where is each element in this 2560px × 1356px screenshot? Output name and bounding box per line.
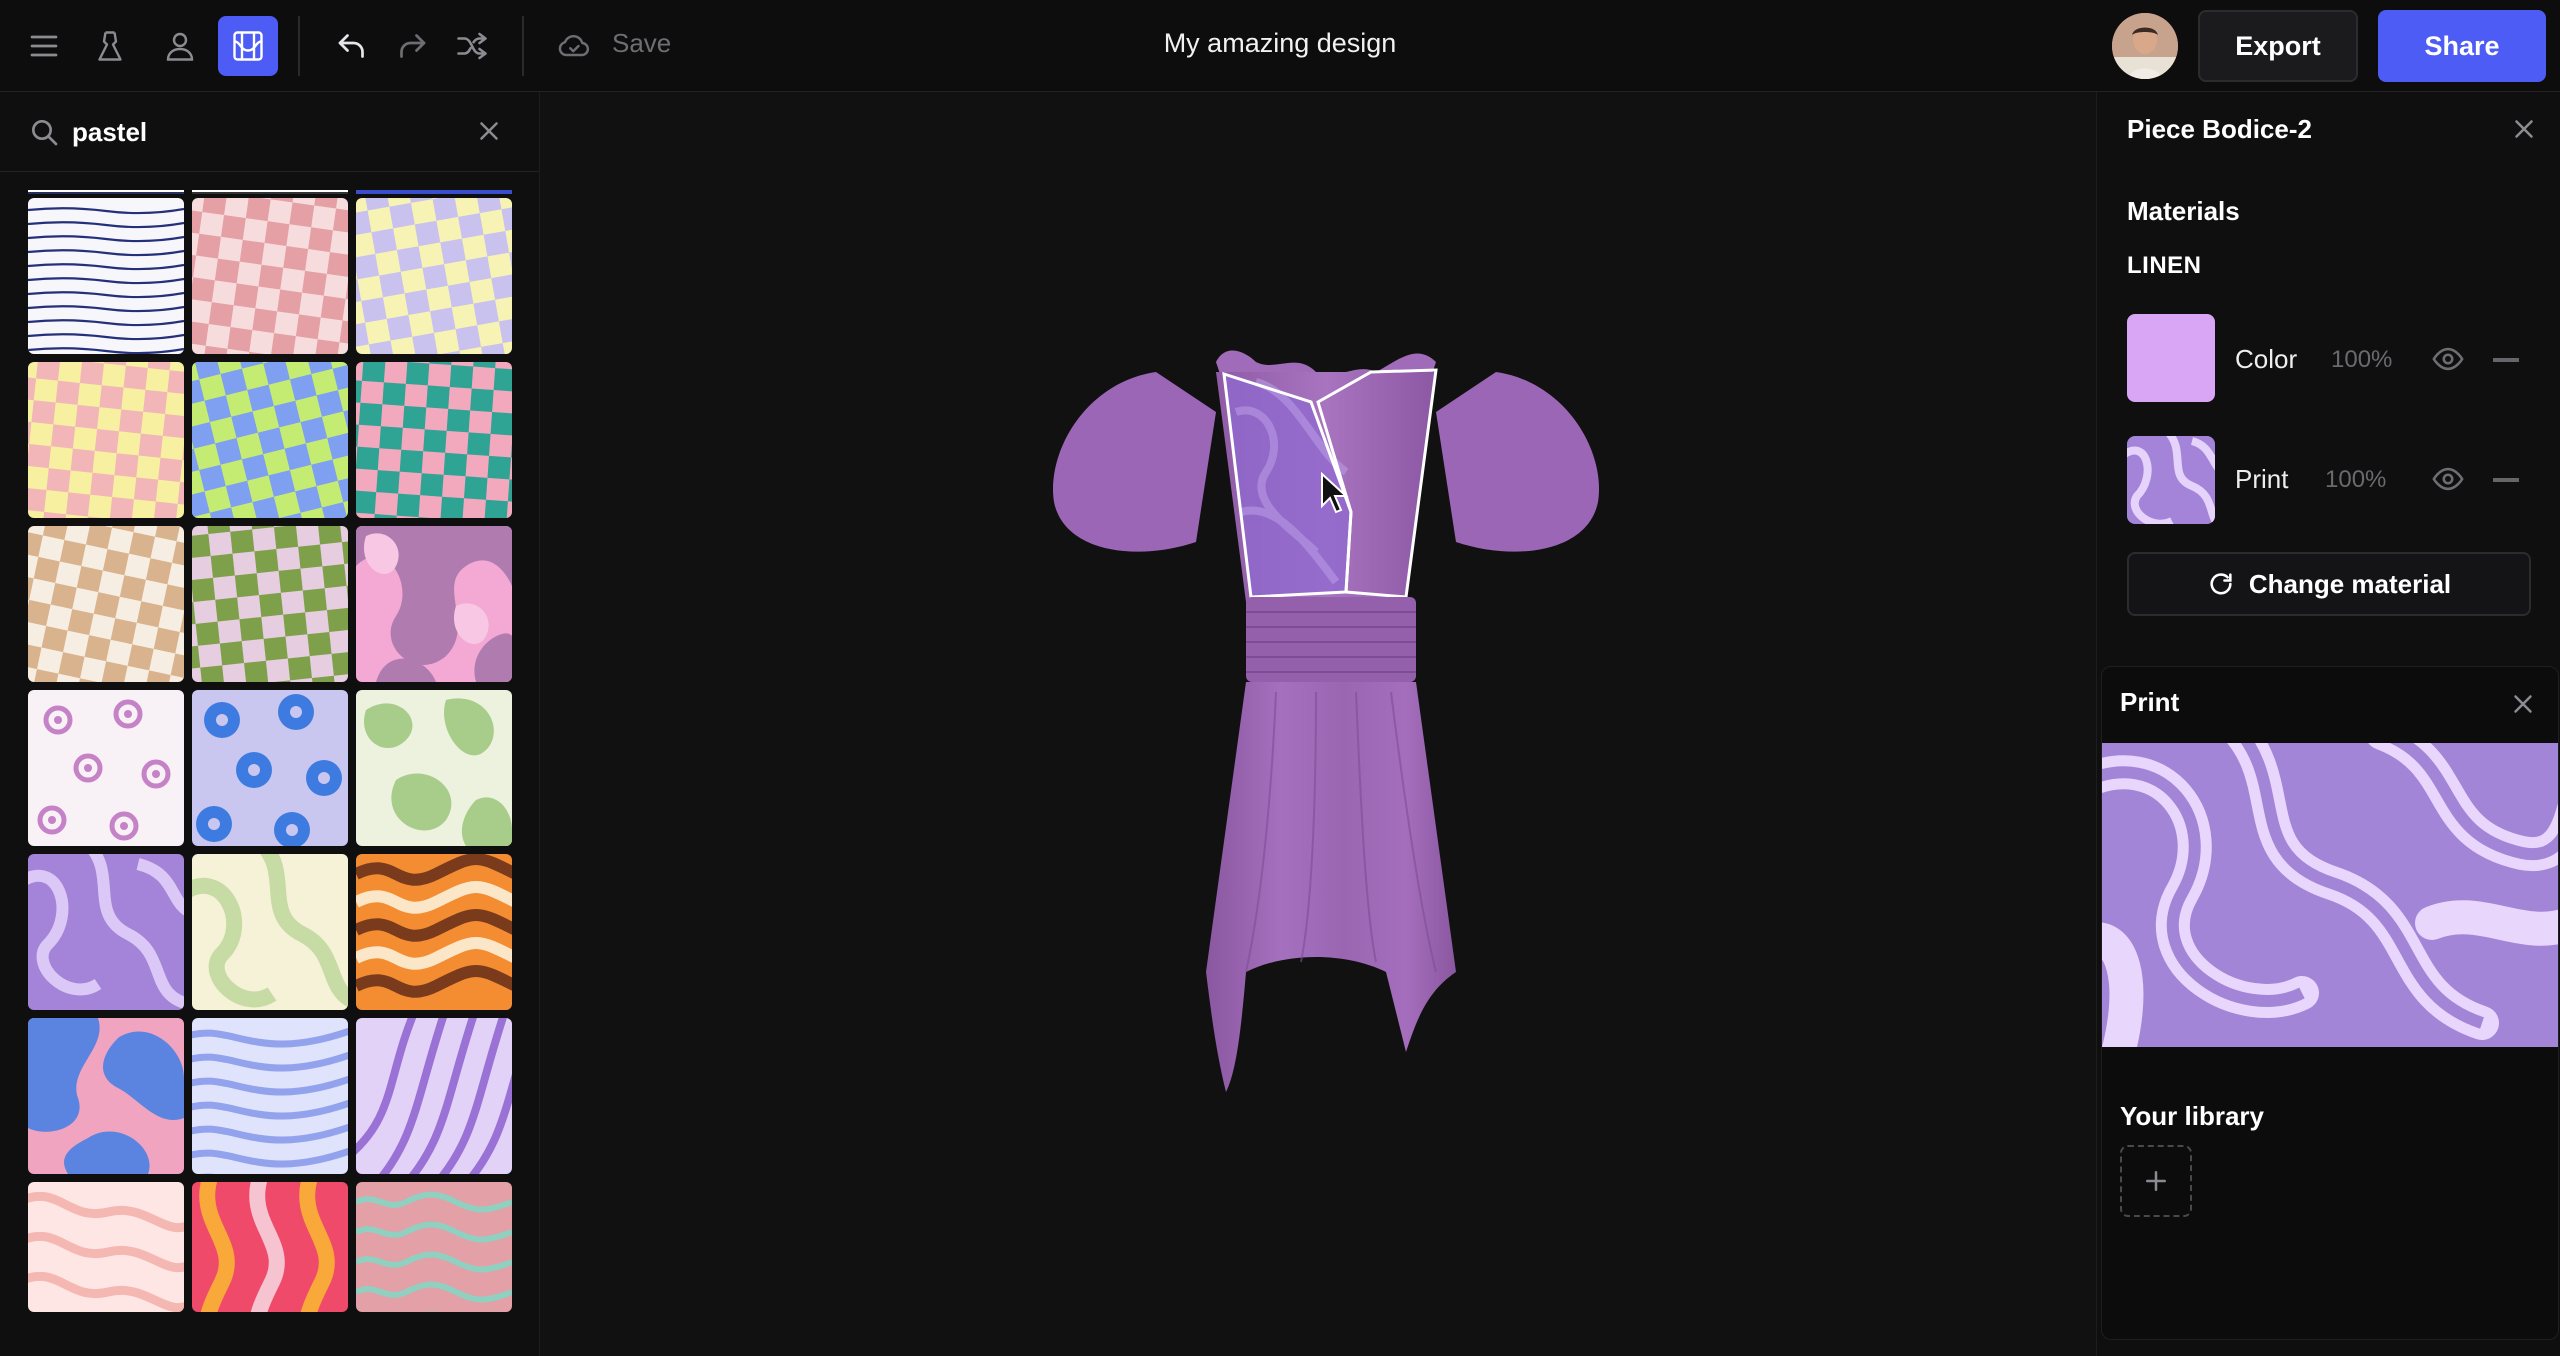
user-avatar[interactable] <box>2112 13 2178 79</box>
pattern-tile[interactable] <box>192 1182 348 1312</box>
change-material-label: Change material <box>2248 568 2452 599</box>
cloud-icon <box>544 16 604 76</box>
search-input[interactable] <box>72 110 452 154</box>
pattern-tile[interactable] <box>192 690 348 846</box>
pattern-tile[interactable] <box>192 1018 348 1174</box>
refresh-icon <box>2210 573 2232 595</box>
pattern-tile[interactable] <box>28 526 184 682</box>
library-heading: Your library <box>2120 1101 2265 1131</box>
top-bar: Save My amazing design Export Share <box>0 0 2560 92</box>
print-heading: Print <box>2120 687 2180 717</box>
3d-canvas[interactable] <box>541 92 2095 1356</box>
toolbar-divider <box>522 16 524 76</box>
pattern-tile[interactable] <box>356 1182 512 1312</box>
remove-layer-icon[interactable] <box>2493 478 2519 482</box>
close-icon[interactable] <box>474 116 504 146</box>
plus-icon <box>2146 1171 2166 1191</box>
pattern-tile[interactable] <box>356 1018 512 1174</box>
materials-heading: Materials <box>2127 196 2240 226</box>
search-bar <box>0 92 539 172</box>
print-swatch[interactable] <box>2127 436 2215 524</box>
pattern-tile[interactable] <box>28 198 184 354</box>
print-panel: Print Your library <box>2101 666 2559 1340</box>
piece-title: Piece Bodice-2 <box>2127 114 2312 144</box>
eye-icon[interactable] <box>2431 342 2465 376</box>
color-swatch[interactable] <box>2127 314 2215 402</box>
save-button[interactable]: Save <box>612 28 671 59</box>
toolbar-divider <box>298 16 300 76</box>
print-preview <box>2102 743 2558 1047</box>
garment-3d-view[interactable] <box>1046 252 1606 1132</box>
material-name: LINEN <box>2127 252 2202 279</box>
pattern-tile[interactable] <box>192 854 348 1010</box>
pattern-tile[interactable] <box>356 198 512 354</box>
pattern-tile[interactable] <box>28 1018 184 1174</box>
pattern-tile[interactable] <box>28 690 184 846</box>
shuffle-icon[interactable] <box>442 16 502 76</box>
pattern-tile[interactable] <box>192 198 348 354</box>
export-button[interactable]: Export <box>2198 10 2358 82</box>
pattern-tile[interactable] <box>28 854 184 1010</box>
pattern-tile[interactable] <box>192 526 348 682</box>
search-icon <box>32 120 58 146</box>
avatar-icon[interactable] <box>150 16 210 76</box>
change-material-button[interactable]: Change material <box>2127 552 2531 616</box>
menu-icon[interactable] <box>14 16 74 76</box>
layer-opacity[interactable]: 100% <box>2325 466 2386 494</box>
layer-opacity[interactable]: 100% <box>2331 346 2392 374</box>
eye-icon[interactable] <box>2431 462 2465 496</box>
share-button[interactable]: Share <box>2378 10 2546 82</box>
remove-layer-icon[interactable] <box>2493 358 2519 362</box>
pattern-tile[interactable] <box>356 854 512 1010</box>
pattern-tile[interactable] <box>28 362 184 518</box>
pattern-tile[interactable] <box>28 1182 184 1312</box>
close-icon[interactable] <box>2509 114 2539 144</box>
pattern-tile[interactable] <box>192 362 348 518</box>
pattern-icon[interactable] <box>218 16 278 76</box>
layer-label: Print <box>2235 464 2289 494</box>
close-icon[interactable] <box>2508 689 2538 719</box>
pattern-tile[interactable] <box>356 526 512 682</box>
pattern-library-sidebar <box>0 92 540 1356</box>
pattern-tile[interactable] <box>356 690 512 846</box>
redo-icon[interactable] <box>382 16 442 76</box>
layer-label: Color <box>2235 344 2298 374</box>
dress-icon[interactable] <box>80 16 140 76</box>
undo-icon[interactable] <box>322 16 382 76</box>
properties-panel: Piece Bodice-2 Materials LINEN Color 100… <box>2096 92 2560 1356</box>
pattern-tile[interactable] <box>356 362 512 518</box>
add-to-library-button[interactable] <box>2120 1145 2192 1217</box>
